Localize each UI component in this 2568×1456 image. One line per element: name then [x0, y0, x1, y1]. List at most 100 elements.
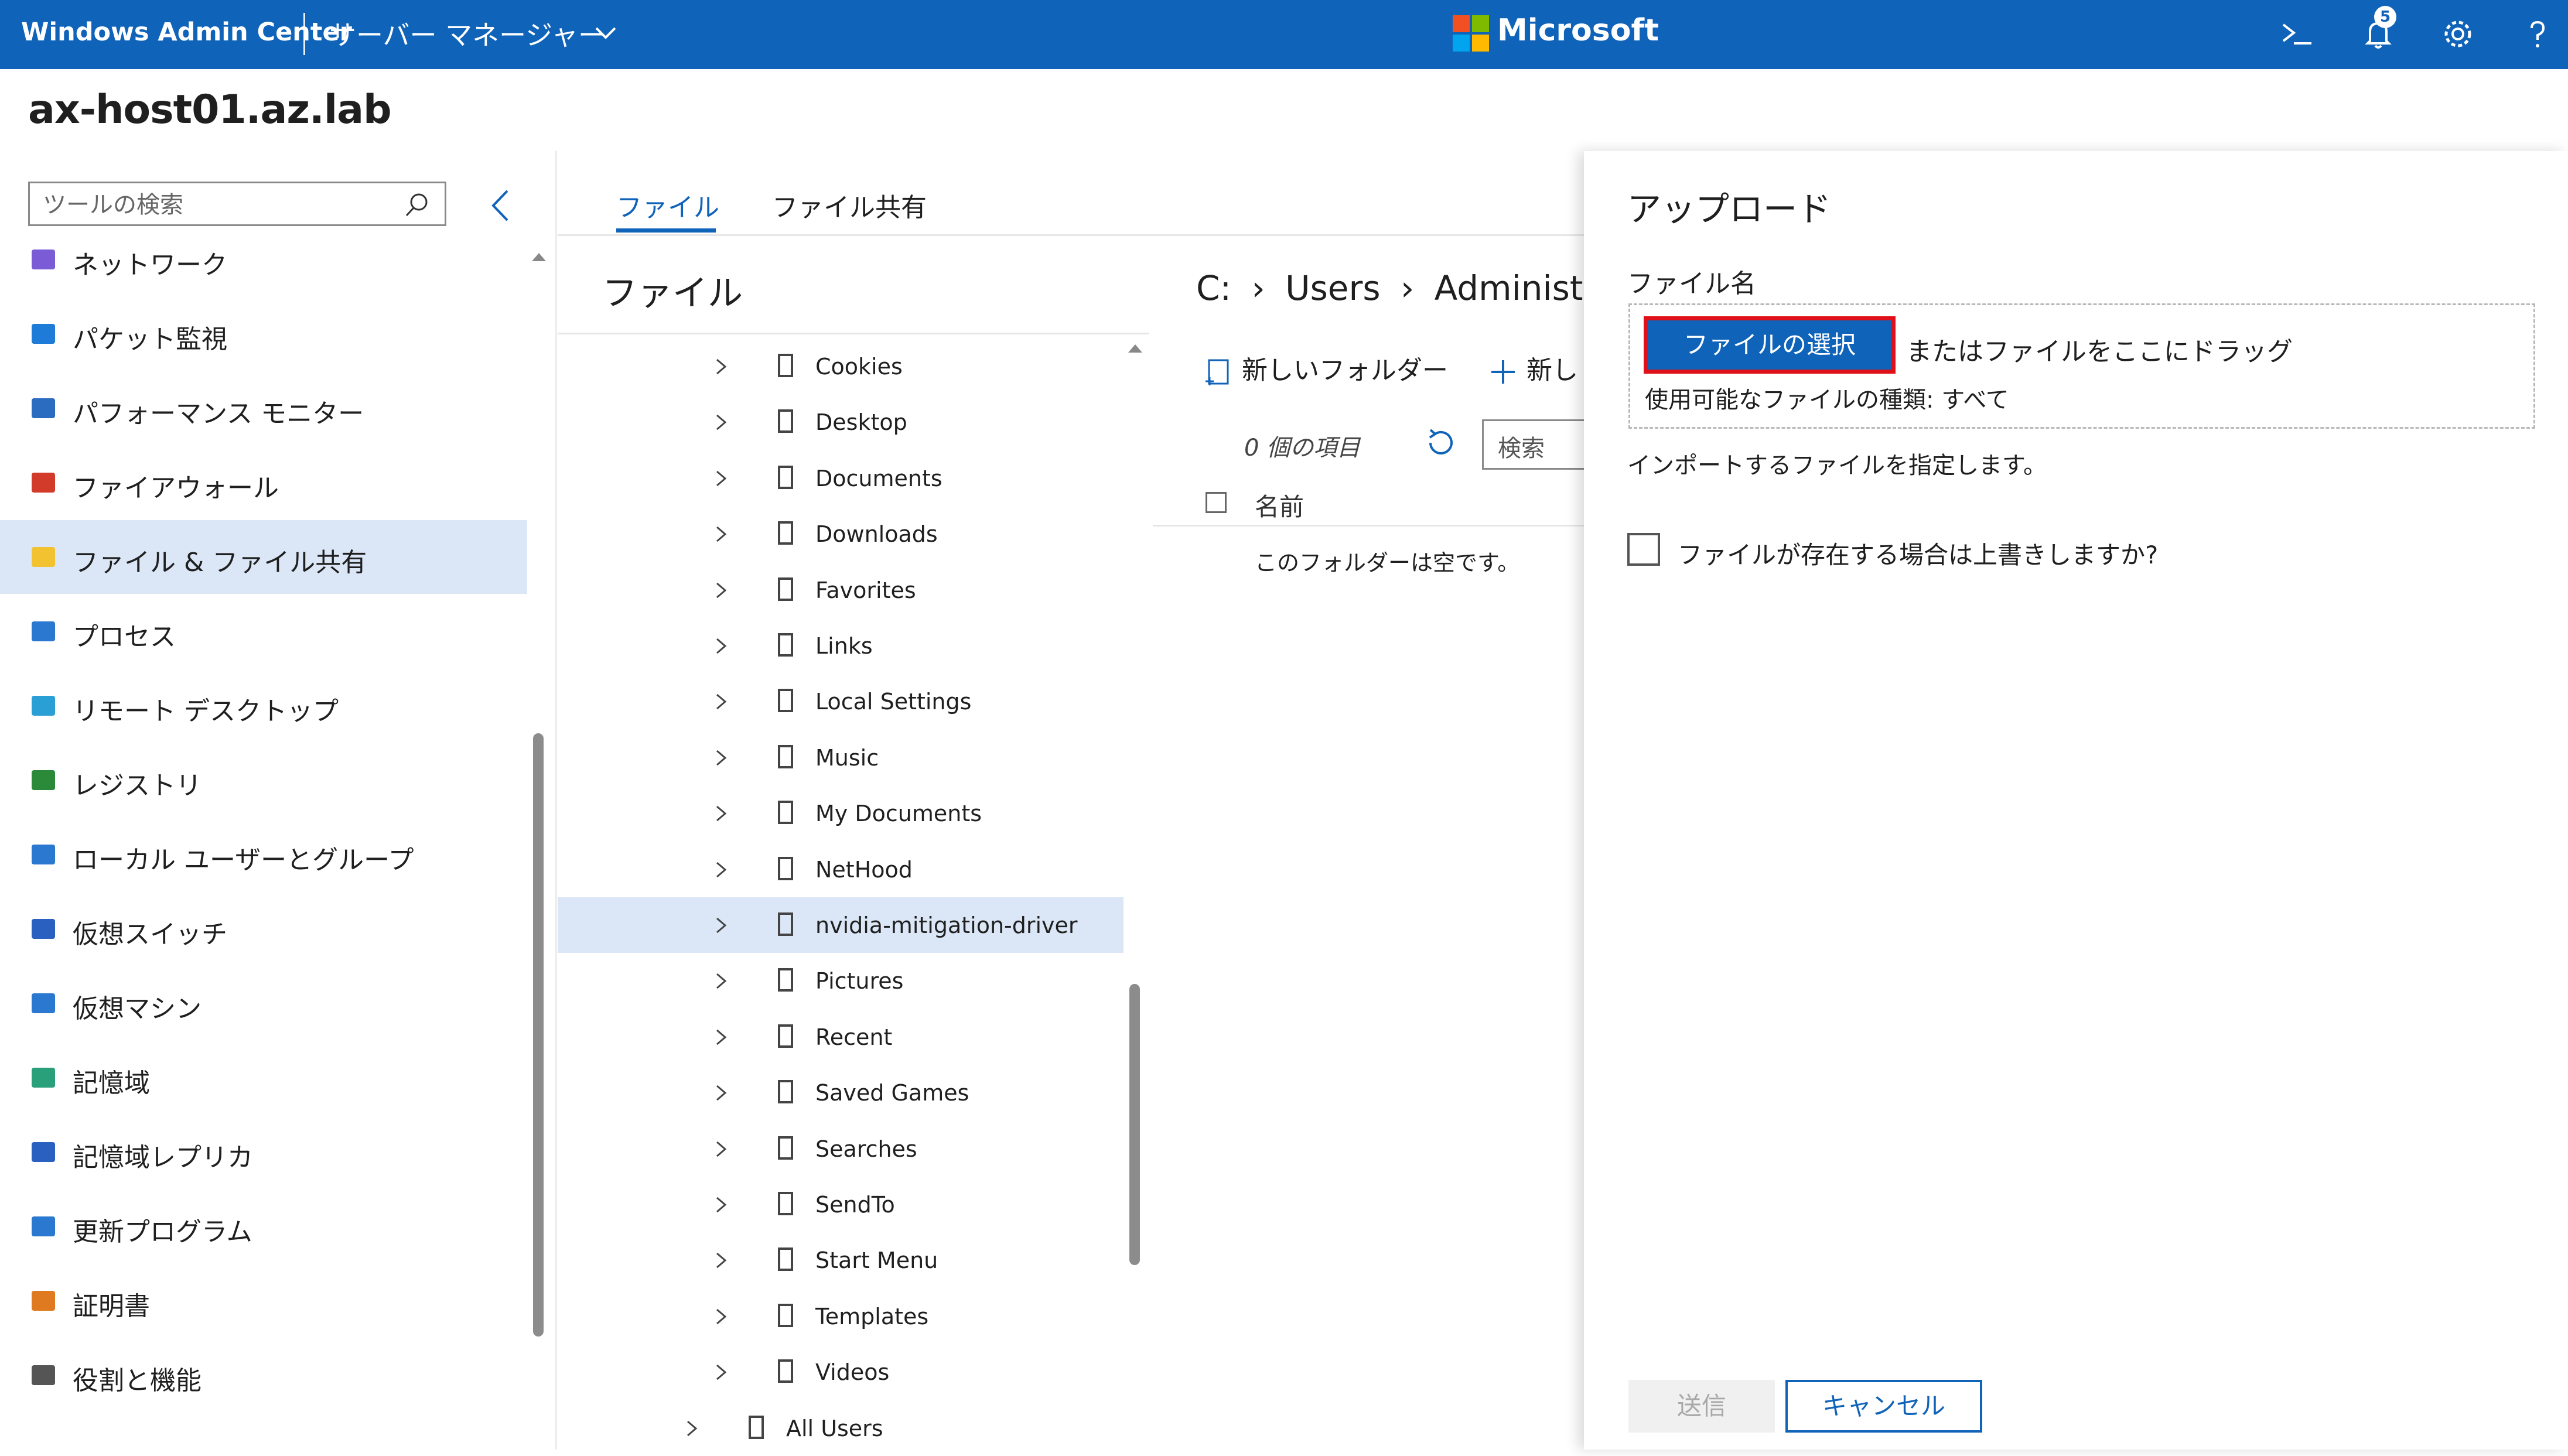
select-all-checkbox[interactable] — [1206, 492, 1227, 513]
tree-item-label: Desktop — [815, 409, 907, 436]
column-header-name[interactable]: 名前 — [1255, 487, 1304, 523]
overwrite-checkbox[interactable] — [1627, 533, 1660, 566]
gear-icon[interactable] — [2439, 15, 2477, 53]
powershell-icon[interactable] — [2279, 15, 2316, 53]
chevron-right-icon[interactable] — [715, 413, 728, 434]
chevron-right-icon[interactable] — [715, 1140, 728, 1161]
tree-item[interactable]: Favorites — [558, 562, 1124, 618]
scroll-up-icon[interactable] — [531, 249, 547, 264]
folder-icon — [778, 521, 793, 545]
tree-item[interactable]: Documents — [558, 450, 1124, 506]
chevron-right-icon[interactable] — [715, 804, 728, 825]
tree-item[interactable]: Downloads — [558, 506, 1124, 562]
sidebar-item[interactable]: ファイル & ファイル共有 — [0, 520, 527, 594]
sidebar-item[interactable]: ファイアウォール — [0, 446, 527, 519]
folder-icon — [778, 465, 793, 489]
tree-item[interactable]: Templates — [558, 1288, 1124, 1344]
allowed-types-text: 使用可能なファイルの種類: すべて — [1645, 387, 2009, 413]
tree-item-label: Saved Games — [815, 1080, 969, 1106]
sidebar-item[interactable]: 役割と機能 — [0, 1338, 527, 1412]
folder-icon — [778, 1359, 793, 1383]
chevron-right-icon[interactable] — [715, 1307, 728, 1328]
sidebar-item[interactable]: 仮想マシン — [0, 966, 527, 1040]
tree-item[interactable]: SendTo — [558, 1177, 1124, 1232]
tool-search-input[interactable] — [42, 190, 395, 220]
chevron-right-icon[interactable] — [715, 469, 728, 490]
plus-icon — [1491, 360, 1515, 384]
nav-scrollbar[interactable] — [533, 733, 544, 1337]
tree-item[interactable]: All Users — [558, 1400, 1124, 1456]
sidebar-item[interactable]: 記憶域 — [0, 1041, 527, 1115]
tab-files[interactable]: ファイル — [616, 186, 719, 224]
chevron-right-icon[interactable] — [715, 748, 728, 770]
tree-item[interactable]: Links — [558, 618, 1124, 674]
new-file-button[interactable]: 新し — [1488, 349, 1578, 387]
tree-item[interactable]: Pictures — [558, 953, 1124, 1009]
sidebar-item[interactable]: 仮想スイッチ — [0, 892, 527, 966]
folder-icon — [778, 1080, 793, 1104]
new-folder-button[interactable]: 新しいフォルダー — [1203, 349, 1448, 387]
breadcrumb-users[interactable]: Users — [1285, 268, 1380, 308]
sidebar-item[interactable]: 更新プログラム — [0, 1190, 527, 1263]
tool-search-box[interactable] — [28, 182, 446, 226]
send-button[interactable]: 送信 — [1628, 1380, 1775, 1433]
sidebar-item-label: ファイアウォール — [73, 473, 279, 503]
tree-title: ファイル — [602, 273, 743, 314]
chevron-right-icon[interactable] — [715, 525, 728, 546]
search-icon[interactable] — [404, 192, 431, 218]
sidebar-item[interactable]: プロセス — [0, 594, 527, 668]
tree-item[interactable]: Local Settings — [558, 674, 1124, 729]
sidebar-item-label: 仮想スイッチ — [73, 920, 227, 949]
choose-file-button[interactable]: ファイルの選択 — [1644, 316, 1896, 374]
help-icon[interactable] — [2519, 15, 2556, 53]
chevron-right-icon[interactable] — [715, 860, 728, 881]
sidebar-item[interactable]: パケット監視 — [0, 297, 527, 371]
overwrite-label[interactable]: ファイルが存在する場合は上書きしますか? — [1678, 535, 2158, 571]
tree-item[interactable]: Saved Games — [558, 1065, 1124, 1120]
refresh-icon[interactable] — [1422, 424, 1460, 462]
chevron-right-icon[interactable] — [715, 1084, 728, 1105]
tree-item[interactable]: Videos — [558, 1344, 1124, 1400]
tree-scrollbar[interactable] — [1129, 984, 1140, 1265]
chevron-right-icon[interactable] — [715, 1028, 728, 1049]
tree-item[interactable]: Searches — [558, 1121, 1124, 1177]
tree-item-label: Music — [815, 744, 879, 771]
chevron-right-icon[interactable] — [715, 581, 728, 602]
chevron-right-icon[interactable] — [715, 692, 728, 713]
tree-scroll-up-icon[interactable] — [1127, 341, 1143, 355]
sidebar-item[interactable]: リモート デスクトップ — [0, 669, 527, 743]
tree-item[interactable]: nvidia-mitigation-driver — [558, 897, 1124, 953]
sidebar-item[interactable]: ネットワーク — [0, 223, 527, 296]
app-title[interactable]: Windows Admin Center — [21, 18, 352, 47]
sidebar-item[interactable]: パフォーマンス モニター — [0, 371, 527, 445]
tree-item[interactable]: Desktop — [558, 394, 1124, 450]
sidebar-item[interactable]: 記憶域レプリカ — [0, 1115, 527, 1189]
sidebar-item-label: 役割と機能 — [73, 1366, 202, 1396]
chevron-right-icon[interactable] — [715, 916, 728, 937]
chevron-right-icon[interactable] — [715, 1251, 728, 1272]
tree-item[interactable]: Cookies — [558, 339, 1124, 394]
sidebar-item[interactable]: ローカル ユーザーとグループ — [0, 818, 527, 891]
chevron-right-icon[interactable] — [715, 1195, 728, 1216]
sidebar-item[interactable]: レジストリ — [0, 743, 527, 817]
tree-item[interactable]: Music — [558, 730, 1124, 785]
tree-item[interactable]: Start Menu — [558, 1232, 1124, 1288]
tree-item[interactable]: NetHood — [558, 842, 1124, 897]
tree-item[interactable]: My Documents — [558, 785, 1124, 841]
chevron-down-icon[interactable] — [593, 20, 619, 46]
chevron-right-icon[interactable] — [715, 637, 728, 658]
breadcrumb-drive[interactable]: C: — [1196, 268, 1231, 308]
users-icon — [32, 845, 55, 864]
sidebar-item[interactable]: 証明書 — [0, 1264, 527, 1338]
chevron-right-icon[interactable] — [715, 1363, 728, 1384]
folder-icon — [778, 744, 793, 768]
tab-file-shares[interactable]: ファイル共有 — [772, 186, 927, 224]
connection-selector[interactable]: サーバー マネージャー — [329, 14, 605, 53]
storage-replica-icon — [32, 1142, 55, 1162]
tree-item[interactable]: Recent — [558, 1009, 1124, 1065]
chevron-right-icon[interactable] — [715, 357, 728, 378]
cancel-button[interactable]: キャンセル — [1785, 1380, 1982, 1433]
chevron-right-icon[interactable] — [715, 972, 728, 993]
collapse-nav-icon[interactable] — [487, 186, 513, 225]
chevron-right-icon[interactable] — [685, 1419, 698, 1440]
